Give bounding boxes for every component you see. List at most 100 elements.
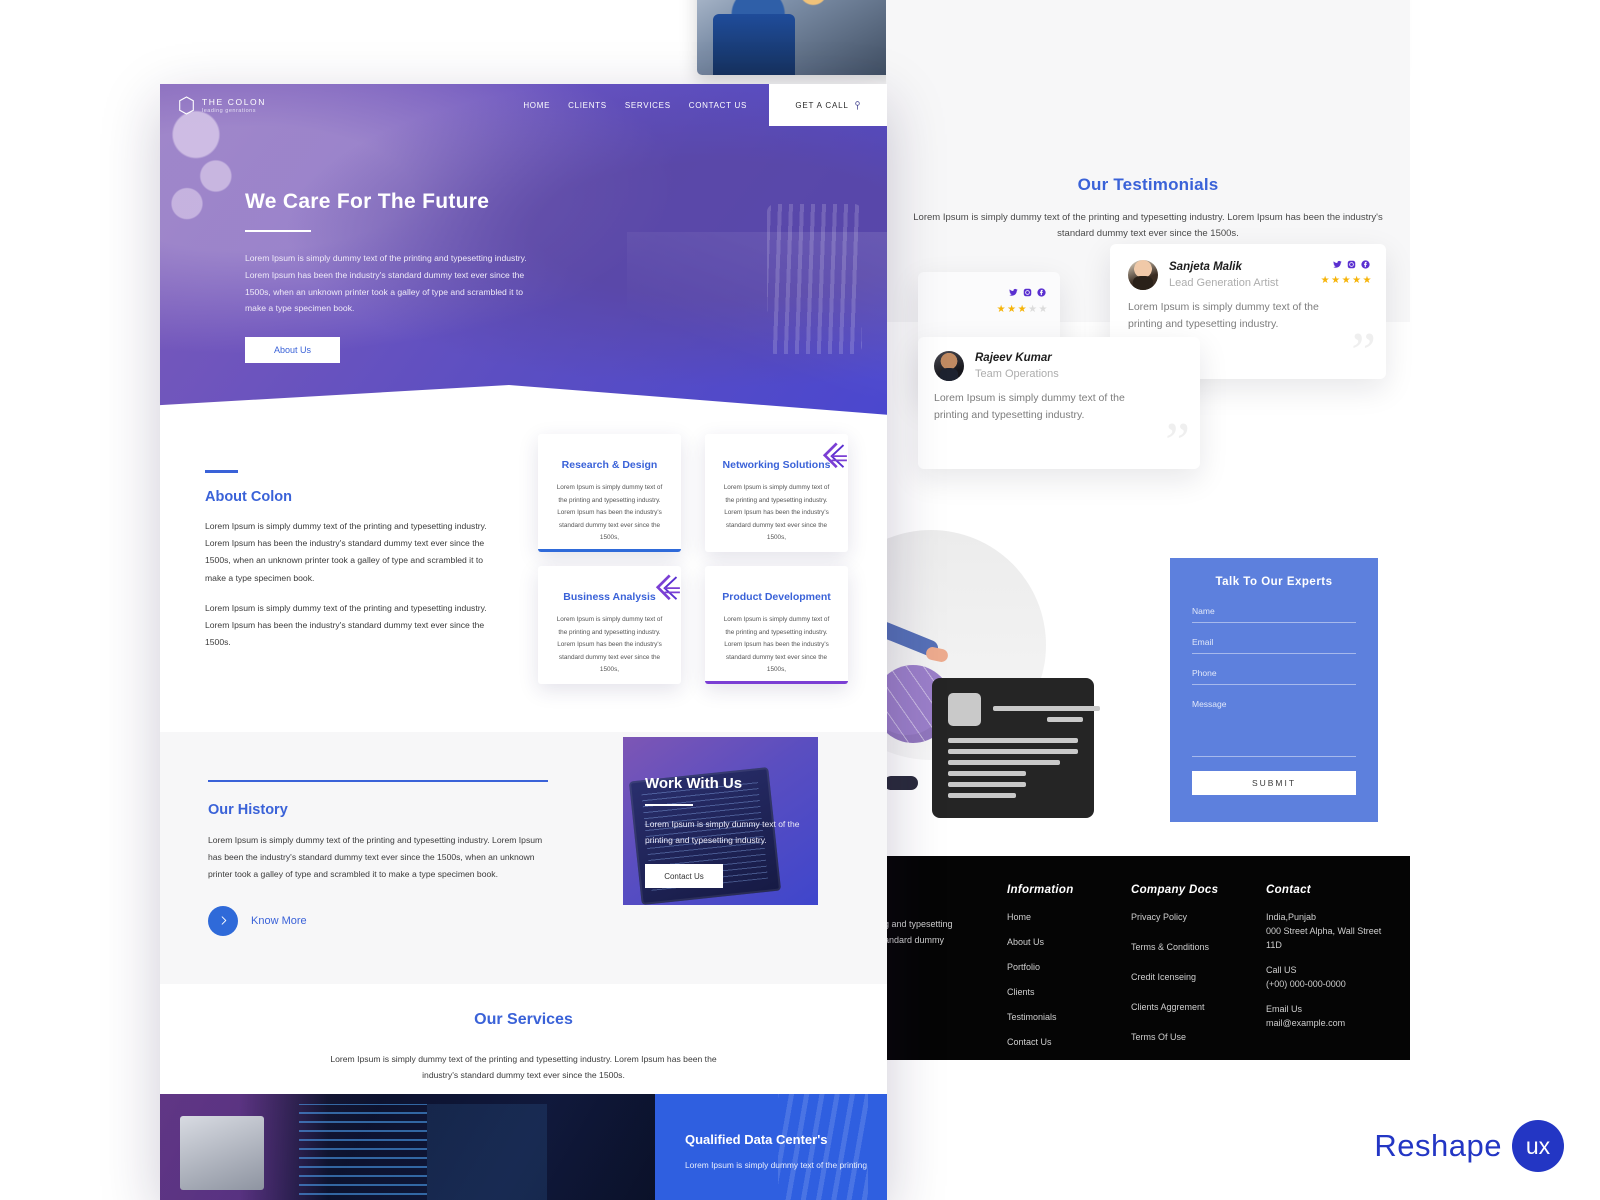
about-section: About Colon Lorem Ipsum is simply dummy … xyxy=(160,432,887,732)
testimonial-card-rajeev[interactable]: Rajeev Kumar Team Operations Lorem Ipsum… xyxy=(918,337,1200,474)
get-a-call-button[interactable]: GET A CALL xyxy=(769,84,887,126)
card-line xyxy=(948,749,1078,754)
nav-item-clients[interactable]: CLIENTS xyxy=(568,101,607,110)
footer-phone[interactable]: (+00) 000-000-0000 xyxy=(1266,978,1396,992)
service-card-product-development[interactable]: Product Development Lorem Ipsum is simpl… xyxy=(705,566,848,684)
message-field-placeholder: Message xyxy=(1192,699,1227,709)
service-card-accent-bar xyxy=(538,549,681,552)
footer-email: Email Us mail@example.com xyxy=(1266,1003,1396,1031)
logo[interactable]: THE COLON leading genrations xyxy=(178,95,266,115)
history-heading: Our History xyxy=(208,802,288,818)
footer-blurb-line-1: g and typesetting xyxy=(884,919,953,929)
card-line xyxy=(948,771,1026,776)
footer-link-privacy-policy[interactable]: Privacy Policy xyxy=(1131,911,1251,924)
author-role: Lead Generation Artist xyxy=(1169,276,1279,289)
footer-link-contact-us[interactable]: Contact Us xyxy=(1007,1036,1117,1049)
footer-link-portfolio[interactable]: Portfolio xyxy=(1007,961,1117,974)
testimonial-quote: Lorem Ipsum is simply dummy text of the … xyxy=(934,392,1125,421)
work-with-us-card: Work With Us Lorem Ipsum is simply dummy… xyxy=(623,737,818,905)
footer-column-company-docs: Company Docs Privacy Policy Terms & Cond… xyxy=(1131,884,1251,1061)
card-line xyxy=(948,793,1016,798)
footer-link-terms-of-use[interactable]: Terms Of Use xyxy=(1131,1031,1251,1044)
service-card-grid: Research & Design Lorem Ipsum is simply … xyxy=(538,434,850,698)
about-text-block: About Colon Lorem Ipsum is simply dummy … xyxy=(205,470,497,664)
service-card-text: Lorem Ipsum is simply dummy text of the … xyxy=(556,616,663,674)
phone-field-placeholder: Phone xyxy=(1192,668,1217,678)
name-field[interactable]: Name xyxy=(1192,606,1356,623)
double-chevron-icon xyxy=(822,442,847,469)
service-card-accent-bar xyxy=(705,681,848,684)
nav-item-contact-us[interactable]: CONTACT US xyxy=(689,101,747,110)
service-card-business-analysis[interactable]: Business Analysis Lorem Ipsum is simply … xyxy=(538,566,681,684)
contact-us-button[interactable]: Contact Us xyxy=(645,864,723,889)
phone-field[interactable]: Phone xyxy=(1192,668,1356,685)
nav-item-services[interactable]: SERVICES xyxy=(625,101,671,110)
know-more-button[interactable]: Know More xyxy=(208,905,553,936)
twitter-icon[interactable] xyxy=(1333,260,1342,269)
footer-link-clients-agreement[interactable]: Clients Aggrement xyxy=(1131,1001,1251,1014)
about-us-button[interactable]: About Us xyxy=(245,337,340,363)
avatar xyxy=(934,351,964,382)
hero-section: THE COLON leading genrations HOME CLIENT… xyxy=(160,84,887,432)
quote-mark-icon: ” xyxy=(1351,322,1376,384)
get-a-call-label: GET A CALL xyxy=(795,100,849,110)
footer-blurb: g and typesetting andard dummy xyxy=(884,916,1004,948)
footer-email-address[interactable]: mail@example.com xyxy=(1266,1017,1396,1031)
services-subtext: Lorem Ipsum is simply dummy text of the … xyxy=(330,1054,717,1081)
work-card-divider xyxy=(645,804,693,806)
form-title: Talk To Our Experts xyxy=(1215,576,1333,588)
instagram-icon[interactable] xyxy=(1347,260,1356,269)
know-more-circle xyxy=(208,905,238,936)
datacenter-photo xyxy=(160,1094,655,1200)
service-card-title: Product Development xyxy=(722,591,831,603)
twitter-icon[interactable] xyxy=(1009,288,1018,297)
service-card-research-design[interactable]: Research & Design Lorem Ipsum is simply … xyxy=(538,434,681,552)
datacenter-title: Qualified Data Center's xyxy=(685,1132,828,1147)
rating-stars-sanjeta: ★ ★ ★ ★ ★ xyxy=(1320,275,1372,286)
footer-link-clients[interactable]: Clients xyxy=(1007,986,1117,999)
footer-heading: Information xyxy=(1007,884,1074,896)
nav-right-group: HOME CLIENTS SERVICES CONTACT US GET A C… xyxy=(523,84,887,126)
author-role: Team Operations xyxy=(975,367,1059,380)
datacenter-text: Lorem Ipsum is simply dummy text of the … xyxy=(685,1160,867,1170)
chevron-right-icon xyxy=(221,916,226,925)
service-card-text: Lorem Ipsum is simply dummy text of the … xyxy=(556,484,663,542)
contact-form-card: Talk To Our Experts Name Email Phone Mes… xyxy=(1170,558,1378,822)
footer-link-home[interactable]: Home xyxy=(1007,911,1117,924)
social-icon-group xyxy=(1009,288,1046,297)
history-paragraph: Lorem Ipsum is simply dummy text of the … xyxy=(208,835,543,880)
about-heading: About Colon xyxy=(205,489,292,505)
card-line xyxy=(948,782,1026,787)
about-paragraph-2: Lorem Ipsum is simply dummy text of the … xyxy=(205,602,487,648)
footer: g and typesetting andard dummy Informati… xyxy=(884,856,1410,1061)
service-card-text: Lorem Ipsum is simply dummy text of the … xyxy=(723,616,830,674)
testimonial-quote: Lorem Ipsum is simply dummy text of the … xyxy=(1128,301,1319,330)
dark-content-card xyxy=(932,678,1100,818)
work-card-title: Work With Us xyxy=(645,775,743,792)
service-card-text: Lorem Ipsum is simply dummy text of the … xyxy=(723,484,830,542)
footer-address-line-2: 000 Street Alpha, Wall Street 11D xyxy=(1266,925,1382,950)
facebook-icon[interactable] xyxy=(1037,288,1046,297)
author-name: Sanjeta Malik xyxy=(1169,261,1242,273)
footer-link-about-us[interactable]: About Us xyxy=(1007,936,1117,949)
hexagon-logo-icon xyxy=(179,95,194,115)
email-field[interactable]: Email xyxy=(1192,637,1356,654)
message-field[interactable]: Message xyxy=(1192,699,1356,757)
footer-call-label: Call US xyxy=(1266,964,1297,975)
footer-link-terms-conditions[interactable]: Terms & Conditions xyxy=(1131,941,1251,954)
footer-link-credit-licensing[interactable]: Credit Icenseing xyxy=(1131,971,1251,984)
card-line xyxy=(948,760,1060,765)
author-name: Rajeev Kumar xyxy=(975,352,1052,364)
instagram-icon[interactable] xyxy=(1023,288,1032,297)
facebook-icon[interactable] xyxy=(1361,260,1370,269)
navbar: THE COLON leading genrations HOME CLIENT… xyxy=(160,84,887,126)
hero-divider xyxy=(245,230,311,232)
submit-button[interactable]: SUBMIT xyxy=(1192,771,1356,795)
hero-content: We Care For The Future Lorem Ipsum is si… xyxy=(160,126,887,363)
nav-item-home[interactable]: HOME xyxy=(523,101,550,110)
footer-heading: Company Docs xyxy=(1131,884,1219,896)
service-card-networking-solutions[interactable]: Networking Solutions Lorem Ipsum is simp… xyxy=(705,434,848,552)
footer-link-testimonials[interactable]: Testimonials xyxy=(1007,1011,1117,1024)
footer-call: Call US (+00) 000-000-0000 xyxy=(1266,964,1396,992)
quote-mark-icon: ” xyxy=(1165,412,1190,474)
